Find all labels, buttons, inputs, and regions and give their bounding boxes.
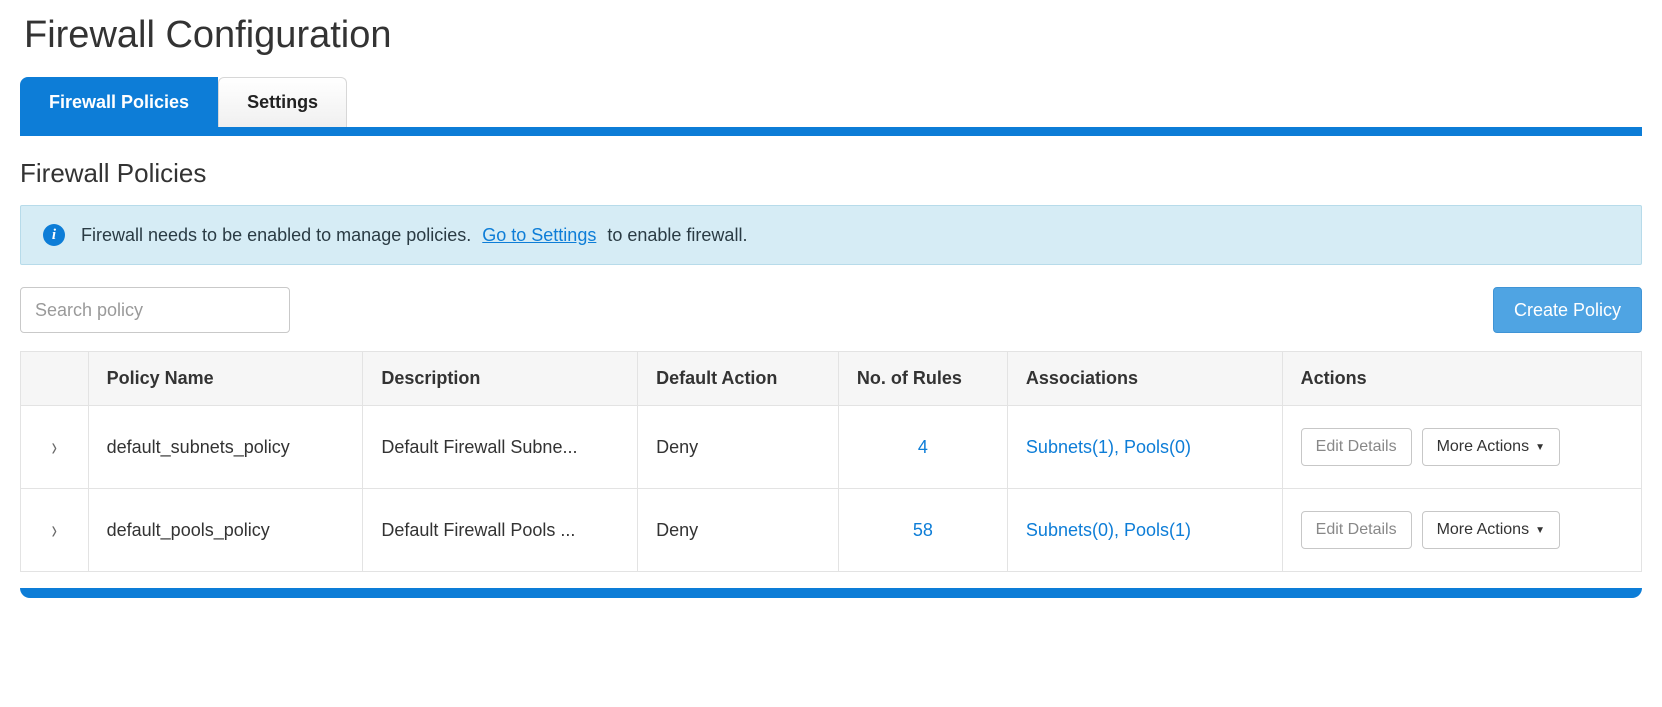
cell-description: Default Firewall Pools ... <box>381 520 619 541</box>
info-banner: i Firewall needs to be enabled to manage… <box>20 205 1642 265</box>
header-default-action: Default Action <box>638 352 839 406</box>
info-text-after: to enable firewall. <box>607 225 747 246</box>
tab-bar: Firewall Policies Settings <box>20 77 1642 136</box>
create-policy-button[interactable]: Create Policy <box>1493 287 1642 333</box>
policies-table: Policy Name Description Default Action N… <box>20 351 1642 572</box>
footer-accent-bar <box>20 588 1642 598</box>
cell-policy-name: default_subnets_policy <box>107 437 345 458</box>
more-actions-label: More Actions <box>1437 438 1529 456</box>
cell-policy-name: default_pools_policy <box>107 520 345 541</box>
header-associations: Associations <box>1007 352 1282 406</box>
expand-row-icon[interactable]: › <box>52 434 57 463</box>
more-actions-button[interactable]: More Actions ▼ <box>1422 428 1560 466</box>
caret-down-icon: ▼ <box>1535 525 1545 536</box>
caret-down-icon: ▼ <box>1535 442 1545 453</box>
header-expand <box>21 352 89 406</box>
search-input[interactable] <box>20 287 290 333</box>
edit-details-button[interactable]: Edit Details <box>1301 511 1412 549</box>
section-heading: Firewall Policies <box>20 158 1642 189</box>
header-description: Description <box>363 352 638 406</box>
header-actions: Actions <box>1282 352 1641 406</box>
toolbar: Create Policy <box>20 287 1642 333</box>
page-title: Firewall Configuration <box>24 14 1642 57</box>
info-icon: i <box>43 224 65 246</box>
more-actions-button[interactable]: More Actions ▼ <box>1422 511 1560 549</box>
table-row: › default_pools_policy Default Firewall … <box>21 489 1642 572</box>
header-rules: No. of Rules <box>838 352 1007 406</box>
edit-details-button[interactable]: Edit Details <box>1301 428 1412 466</box>
info-link-go-to-settings[interactable]: Go to Settings <box>482 225 596 246</box>
cell-associations-link[interactable]: Subnets(0), Pools(1) <box>1026 520 1191 540</box>
info-text-before: Firewall needs to be enabled to manage p… <box>81 225 471 246</box>
tab-settings[interactable]: Settings <box>218 77 347 127</box>
tab-label: Firewall Policies <box>49 92 189 112</box>
cell-default-action: Deny <box>656 437 698 457</box>
header-policy-name: Policy Name <box>88 352 363 406</box>
tab-label: Settings <box>247 92 318 112</box>
table-row: › default_subnets_policy Default Firewal… <box>21 406 1642 489</box>
cell-description: Default Firewall Subne... <box>381 437 619 458</box>
cell-associations-link[interactable]: Subnets(1), Pools(0) <box>1026 437 1191 457</box>
cell-default-action: Deny <box>656 520 698 540</box>
tab-firewall-policies[interactable]: Firewall Policies <box>20 77 218 127</box>
expand-row-icon[interactable]: › <box>52 517 57 546</box>
cell-rules-link[interactable]: 4 <box>918 437 928 457</box>
more-actions-label: More Actions <box>1437 521 1529 539</box>
cell-rules-link[interactable]: 58 <box>913 520 933 540</box>
